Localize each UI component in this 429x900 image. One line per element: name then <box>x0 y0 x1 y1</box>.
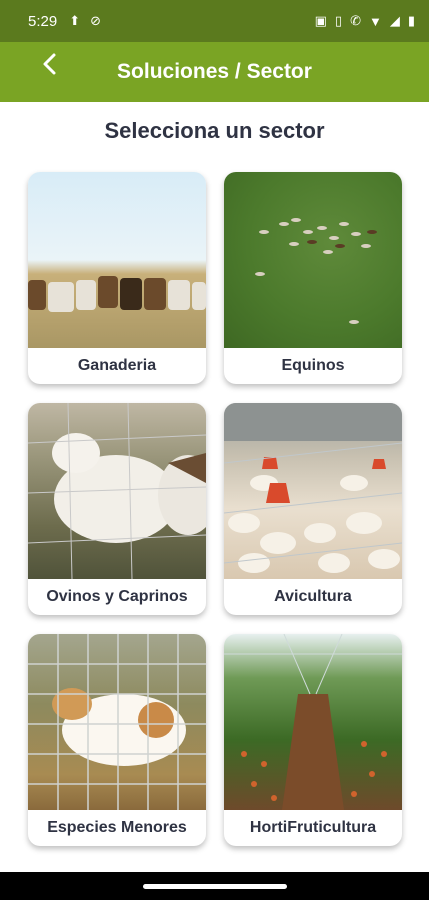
sector-grid: Ganaderia Equinos Ovinos y Caprinos Avic… <box>28 172 402 846</box>
chevron-left-icon[interactable] <box>38 52 62 76</box>
app-bar: Soluciones / Sector <box>0 42 429 102</box>
cattle-herd-image <box>28 172 206 348</box>
upload-icon: ⬆ <box>69 13 81 28</box>
sector-label: Avicultura <box>274 588 352 605</box>
wifi-icon: ▼ <box>368 13 382 29</box>
guinea-pig-image <box>28 634 206 810</box>
sector-label: HortiFruticultura <box>249 819 377 836</box>
sector-card-avicultura[interactable]: Avicultura <box>224 403 402 615</box>
horses-field-image <box>224 172 402 348</box>
sector-card-hortifruticultura[interactable]: HortiFruticultura <box>224 634 402 846</box>
vibrate-icon: ▯ <box>334 13 343 28</box>
poultry-farm-image <box>224 403 402 579</box>
battery-icon: ▮ <box>407 13 415 28</box>
sector-card-equinos[interactable]: Equinos <box>224 172 402 384</box>
blocked-icon: ⊘ <box>90 13 102 28</box>
navigation-bar <box>0 872 429 900</box>
cast-icon: ▣ <box>314 13 327 28</box>
sector-card-ovinos-caprinos[interactable]: Ovinos y Caprinos <box>28 403 206 615</box>
greenhouse-image <box>224 634 402 810</box>
app-bar-title: Soluciones / Sector <box>117 60 312 83</box>
sector-card-especies-menores[interactable]: Especies Menores <box>28 634 206 846</box>
sector-label: Equinos <box>281 357 345 374</box>
sector-card-ganaderia[interactable]: Ganaderia <box>28 172 206 384</box>
home-gesture-handle[interactable] <box>143 884 287 889</box>
sector-label: Ovinos y Caprinos <box>46 588 188 605</box>
signal-icon: ◢ <box>389 13 400 28</box>
sector-label: Especies Menores <box>47 819 187 836</box>
page-title: Selecciona un sector <box>104 118 325 143</box>
status-time: 5:29 <box>28 12 58 30</box>
status-bar: 5:29 ⬆ ⊘ ▣ ▯ ✆ ▼ ◢ ▮ <box>0 0 429 42</box>
call-wifi-icon: ✆ <box>350 13 361 28</box>
sheep-goat-image <box>28 403 206 579</box>
sector-label: Ganaderia <box>77 357 157 374</box>
